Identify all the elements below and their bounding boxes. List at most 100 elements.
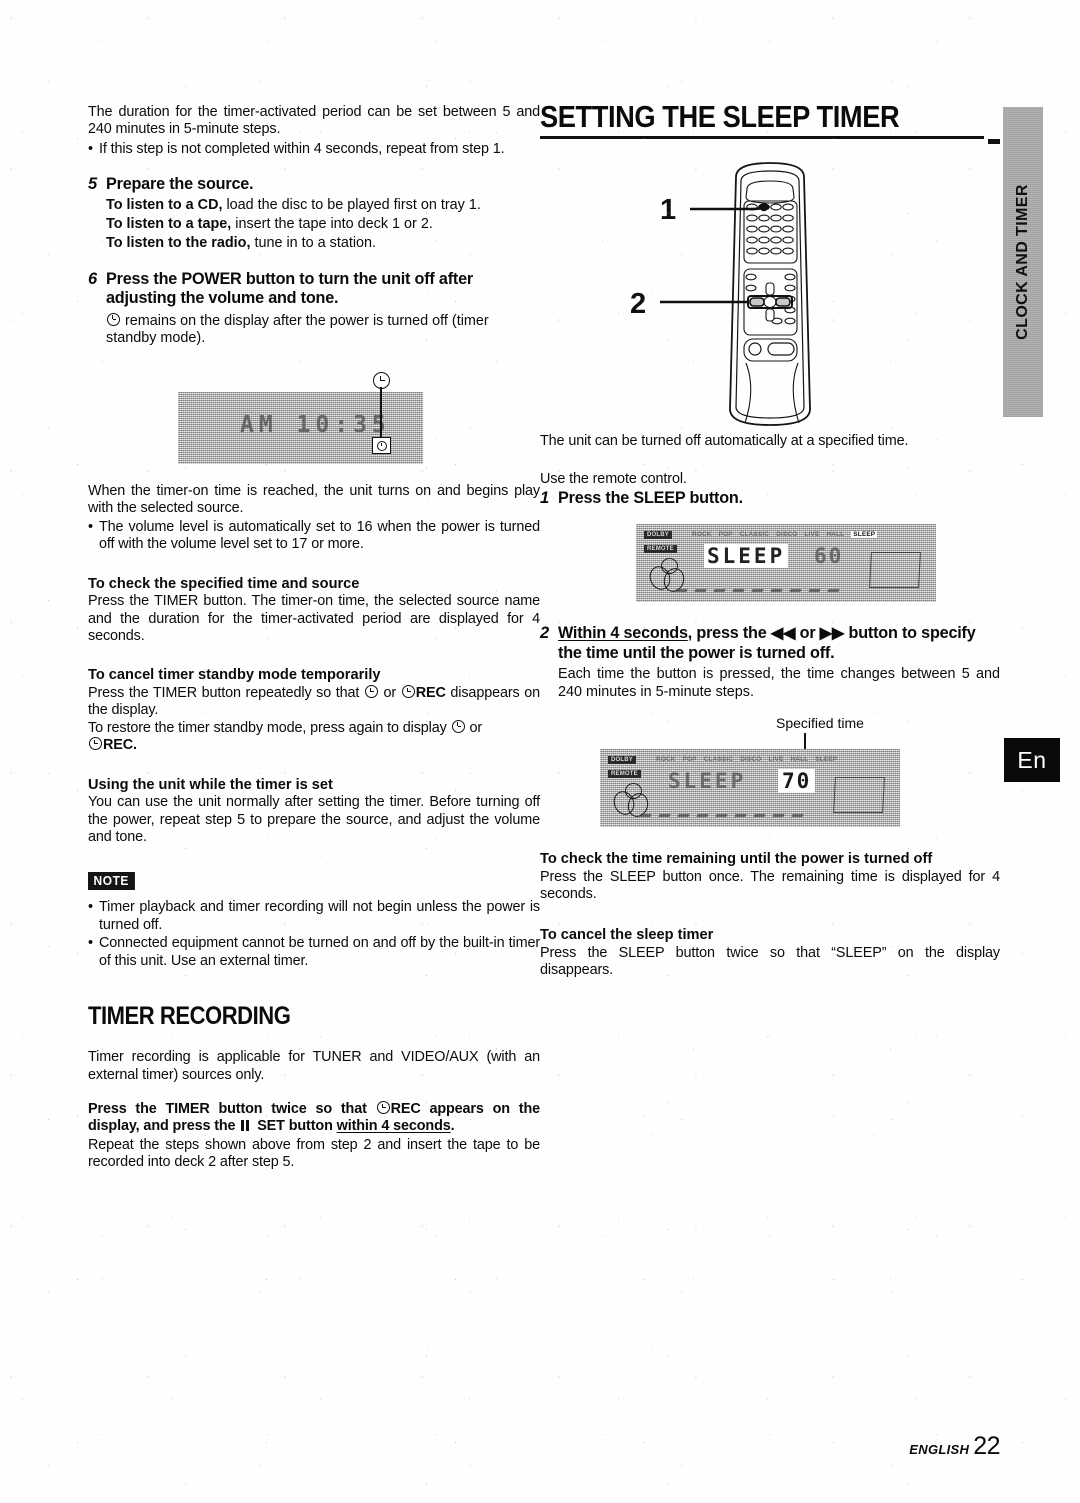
step-5-line-tape: To listen to a tape, insert the tape int… xyxy=(106,216,540,233)
intro-paragraph: The duration for the timer-activated per… xyxy=(88,104,540,138)
intro-bullet-1: • If this step is not completed within 4… xyxy=(88,141,540,158)
clock-icon xyxy=(401,685,415,699)
chapter-tab-label: CLOCK AND TIMER xyxy=(1014,184,1031,340)
bullet-dot: • xyxy=(88,140,93,157)
tr-rec: REC xyxy=(390,1100,421,1117)
lcd-indicator-disco: DISCO xyxy=(776,531,798,539)
lcd-segment-tags xyxy=(675,589,840,593)
lcd-display-sleep-60: DOLBY REMOTE ROCK POP CLASSIC DISCO LIVE… xyxy=(636,524,936,603)
lcd-badge-remote: REMOTE xyxy=(608,770,641,779)
lcd-indicator-sleep: SLEEP xyxy=(851,531,878,539)
lcd-indicator-classic: CLASSIC xyxy=(703,756,734,764)
fast-forward-icon: ▶▶ xyxy=(819,624,845,643)
remote-rew-button xyxy=(749,297,765,307)
step-2-heading: Within 4 seconds, press the ◀◀ or ▶▶ but… xyxy=(558,624,1000,663)
s2-b: or xyxy=(795,624,820,643)
timer-recording-body-2: Repeat the steps shown above from step 2… xyxy=(88,1136,540,1171)
footer-language: ENGLISH xyxy=(909,1442,970,1457)
timer-recording-heading: TIMER RECORDING xyxy=(88,1002,291,1031)
timer-recording-body-1: Timer recording is applicable for TUNER … xyxy=(88,1049,540,1083)
clock-indicator-highlight-box xyxy=(372,437,391,454)
remote-control-svg: 1 2 xyxy=(630,162,811,427)
tr-a: Press the TIMER button twice so that xyxy=(88,1100,376,1117)
rewind-icon: ◀◀ xyxy=(770,624,796,643)
clock-icon xyxy=(451,719,465,733)
note-bullet-1: • Timer playback and timer recording wil… xyxy=(88,899,540,934)
lcd-indicator-hall: HALL xyxy=(790,756,809,764)
lcd-indicator-row: ROCK POP CLASSIC DISCO LIVE HALL SLEEP xyxy=(692,531,922,539)
footer-page-number: 22 xyxy=(973,1432,1000,1460)
step-5-radio-bold: To listen to the radio, xyxy=(106,235,251,252)
step-6-sub-text: remains on the display after the power i… xyxy=(106,312,489,347)
lcd-right-box xyxy=(833,777,885,814)
step-5-line-cd: To listen to a CD, load the disc to be p… xyxy=(106,197,540,214)
tr-underline: within 4 seconds xyxy=(336,1118,451,1135)
lcd-badge-dolby: DOLBY xyxy=(608,756,636,765)
step-2-sub: Each time the button is pressed, the tim… xyxy=(558,666,1000,700)
step-5-number: 5 xyxy=(88,175,98,194)
lcd-number-60: 60 xyxy=(814,544,844,569)
cd-tray-icon xyxy=(646,558,694,595)
callout-2-number: 2 xyxy=(630,288,646,320)
lcd-indicator-rock: ROCK xyxy=(692,531,712,539)
specified-time-label: Specified time xyxy=(776,715,864,732)
cancel-sleep-section: To cancel the sleep timer Press the SLEE… xyxy=(540,927,1000,979)
note-bullet-2-text: Connected equipment cannot be turned on … xyxy=(99,935,540,969)
step-5-radio-rest: tune in to a station. xyxy=(250,235,377,252)
lcd-indicator-live: LIVE xyxy=(768,756,784,764)
lcd-clock-segment-text: AM 10:35 xyxy=(240,412,391,438)
lcd-right-box xyxy=(869,552,921,589)
timer-recording-section: TIMER RECORDING Timer recording is appli… xyxy=(88,1000,540,1171)
lcd-indicator-pop: POP xyxy=(718,531,733,539)
note-badge: NOTE xyxy=(88,872,135,891)
lcd-indicator-hall: HALL xyxy=(826,531,845,539)
clock-icon xyxy=(364,685,378,699)
lcd-indicator-pop: POP xyxy=(682,756,697,764)
step-1: 1 Press the SLEEP button. xyxy=(540,489,1000,508)
step-6-heading: Press the POWER button to turn the unit … xyxy=(106,269,473,308)
cd-tray-icon xyxy=(610,783,658,820)
step-2-underline: Within 4 seconds xyxy=(558,624,688,643)
lcd-word-sleep: SLEEP xyxy=(668,769,747,794)
left-column: The duration for the timer-activated per… xyxy=(88,104,540,347)
lcd-indicator-disco: DISCO xyxy=(740,756,762,764)
cancel-standby-section: To cancel timer standby mode temporarily… xyxy=(88,667,540,754)
lcd-display-sleep-70: DOLBY REMOTE ROCK POP CLASSIC DISCO LIVE… xyxy=(600,749,900,828)
clock-icon-small xyxy=(376,440,387,451)
cs-f: . xyxy=(133,737,137,754)
cs-d: To restore the timer standby mode, press… xyxy=(88,719,451,736)
pause-icon xyxy=(241,1119,251,1136)
page-footer: ENGLISH 22 xyxy=(0,1432,1000,1461)
step-5-tape-bold: To listen to a tape, xyxy=(106,216,232,233)
callout-1-number: 1 xyxy=(660,194,676,226)
clock-icon xyxy=(107,312,120,326)
after-lcd-bullet-1: • The volume level is automatically set … xyxy=(88,519,540,554)
step-5-heading: Prepare the source. xyxy=(106,175,254,194)
step-2-number: 2 xyxy=(540,624,550,643)
step-2: 2 Within 4 seconds, press the ◀◀ or ▶▶ b… xyxy=(540,624,1000,701)
cs-b: or xyxy=(378,685,401,702)
using-unit-heading: Using the unit while the timer is set xyxy=(88,776,333,793)
lcd-indicator-rock: ROCK xyxy=(656,756,676,764)
after-lcd-bullet-1-text: The volume level is automatically set to… xyxy=(99,518,540,553)
cs-rec-label: REC xyxy=(415,685,446,702)
page-title: SETTING THE SLEEP TIMER xyxy=(540,99,900,134)
note-bullet-1-text: Timer playback and timer recording will … xyxy=(99,899,540,933)
callout-1-endpoint xyxy=(759,202,769,212)
tr-c: . xyxy=(450,1118,455,1135)
lcd-indicator-sleep: SLEEP xyxy=(815,756,838,764)
step-6-number: 6 xyxy=(88,269,98,288)
lcd-number-70: 70 xyxy=(778,769,816,794)
cs-e: or xyxy=(465,719,483,736)
check-time-section: To check the specified time and source P… xyxy=(88,576,540,646)
using-unit-body: You can use the unit normally after sett… xyxy=(88,794,540,846)
clock-icon xyxy=(376,1100,390,1114)
step-5-line-radio: To listen to the radio, tune in to a sta… xyxy=(106,235,540,252)
step-5-cd-bold: To listen to a CD, xyxy=(106,196,223,213)
check-remaining-heading: To check the time remaining until the po… xyxy=(540,851,933,868)
cancel-standby-heading: To cancel timer standby mode temporarily xyxy=(88,667,381,684)
check-time-body: Press the TIMER button. The timer-on tim… xyxy=(88,593,540,645)
step-5: 5 Prepare the source. To listen to a CD,… xyxy=(88,175,540,253)
use-remote-text: Use the remote control. xyxy=(540,470,687,487)
lcd-display-sleep-60-wrapper: DOLBY REMOTE ROCK POP CLASSIC DISCO LIVE… xyxy=(636,524,1000,603)
